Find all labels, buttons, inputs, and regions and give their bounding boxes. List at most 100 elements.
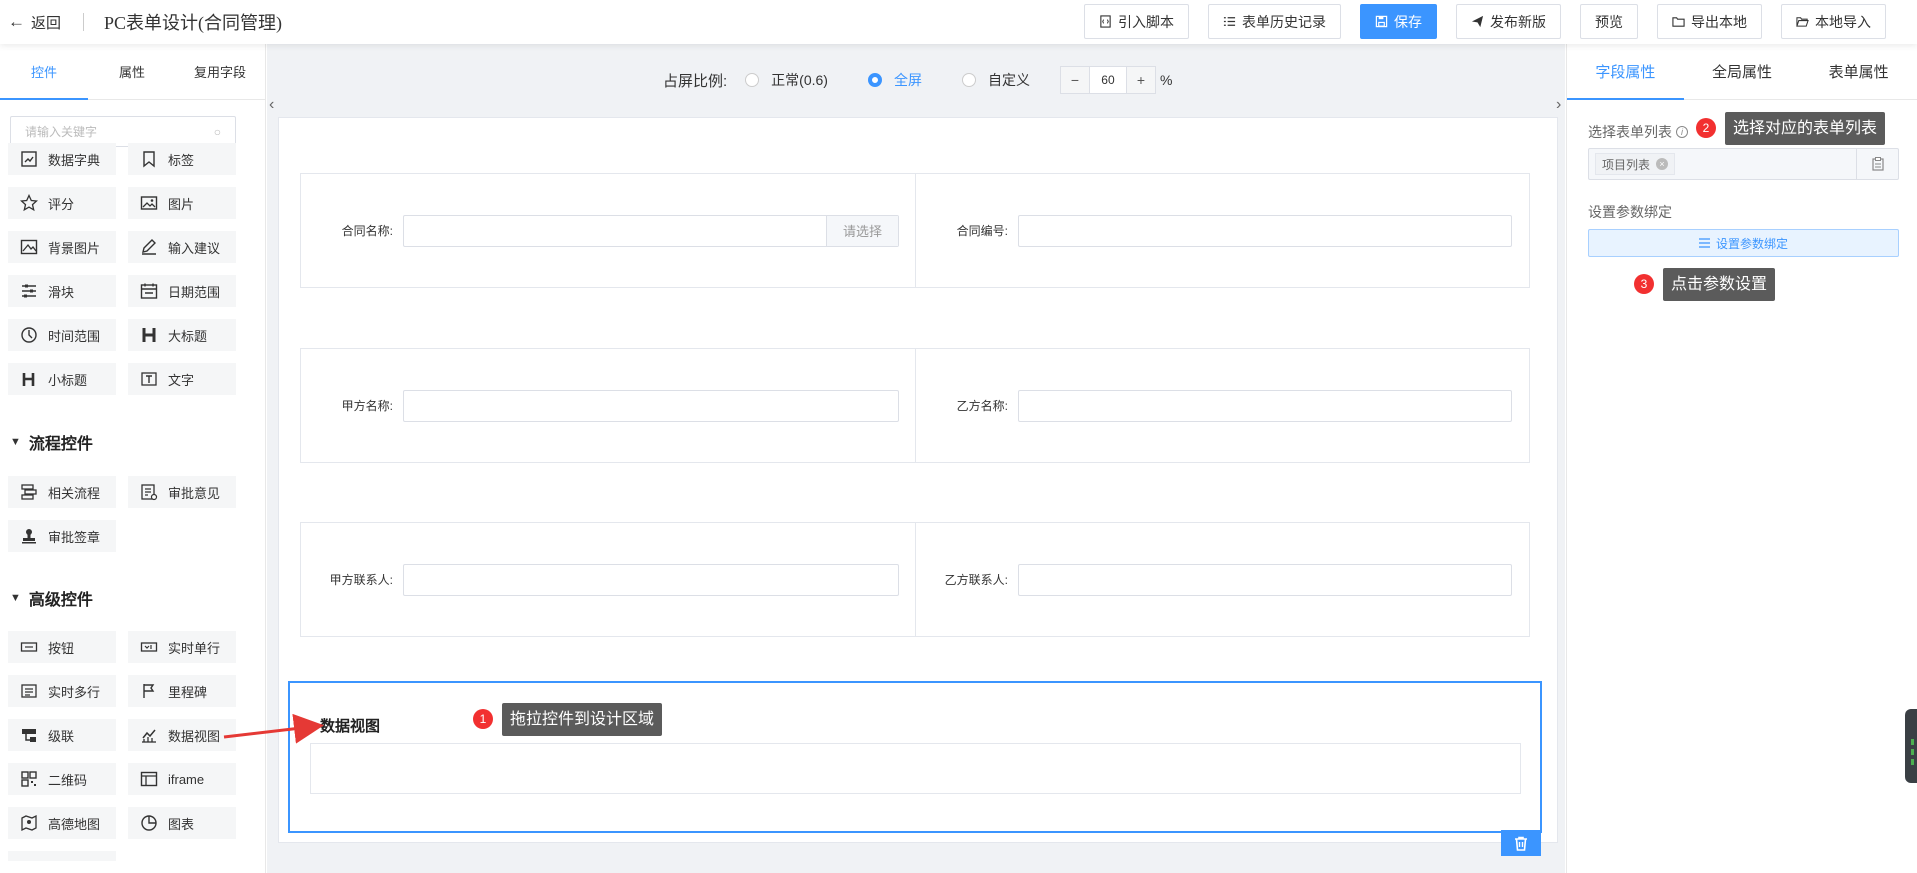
save-icon	[1375, 15, 1388, 28]
tooltip-1: 拖拉控件到设计区域	[502, 703, 663, 736]
zoom-value[interactable]: 60	[1088, 67, 1127, 93]
tab-global-properties[interactable]: 全局属性	[1684, 44, 1801, 99]
history-button[interactable]: 表单历史记录	[1208, 4, 1341, 39]
heading-small-icon	[22, 373, 35, 386]
control-big-title[interactable]: 大标题	[128, 319, 236, 351]
form-list-select[interactable]: 项目列表 ×	[1588, 148, 1899, 180]
control-small-title[interactable]: 小标题	[8, 363, 116, 395]
option-custom[interactable]: 自定义	[988, 70, 1030, 90]
divider	[83, 13, 85, 31]
tab-form-properties[interactable]: 表单属性	[1800, 44, 1917, 99]
param-binding-button[interactable]: 设置参数绑定	[1588, 229, 1899, 257]
control-rating[interactable]: 评分	[8, 187, 116, 219]
control-tag[interactable]: 标签	[128, 143, 236, 175]
form-row: 甲方联系人: 乙方联系人:	[300, 522, 1530, 637]
select-button[interactable]: 请选择	[826, 215, 898, 246]
control-milestone[interactable]: 里程碑	[128, 675, 236, 707]
arrow-left-icon: ←	[8, 12, 25, 31]
section-advanced-controls[interactable]: ▼ 高级控件	[10, 586, 93, 610]
tab-field-properties[interactable]: 字段属性	[1567, 44, 1684, 100]
control-related-flow[interactable]: 相关流程	[8, 476, 116, 508]
control-data-view[interactable]: 数据视图	[128, 719, 236, 751]
approval-doc-icon	[141, 484, 158, 501]
control-approval-opinion[interactable]: 审批意见	[128, 476, 236, 508]
cascade-icon	[22, 729, 36, 742]
data-view-block[interactable]: 数据视图	[288, 681, 1542, 833]
control-input-suggest[interactable]: 输入建议	[128, 231, 236, 263]
zoom-minus-button[interactable]: −	[1060, 67, 1089, 93]
control-data-dict[interactable]: 数据字典	[8, 143, 116, 175]
qrcode-icon	[21, 771, 37, 787]
text-box-icon	[141, 372, 157, 386]
delete-button[interactable]	[1501, 830, 1541, 856]
tooltip-2: 选择对应的表单列表	[1725, 112, 1886, 145]
preview-button[interactable]: 预览	[1580, 4, 1638, 39]
tab-properties[interactable]: 属性	[88, 44, 176, 99]
collapse-left-icon[interactable]: ‹	[269, 96, 274, 114]
form-row: 合同名称: 请选择 合同编号:	[300, 173, 1530, 288]
collapse-right-icon[interactable]: ›	[1556, 96, 1561, 114]
contract-no-input[interactable]	[1018, 214, 1512, 247]
right-tabs: 字段属性 全局属性 表单属性	[1567, 44, 1917, 100]
radio-fullscreen[interactable]	[867, 73, 882, 87]
party-a-input[interactable]	[403, 389, 899, 422]
tab-controls[interactable]: 控件	[0, 44, 88, 100]
data-view-body	[310, 743, 1521, 794]
radio-normal[interactable]	[745, 73, 760, 87]
folder-open-icon	[1796, 17, 1809, 27]
field-contract-no: 合同编号:	[915, 174, 1529, 287]
chart-box-icon	[21, 151, 37, 167]
section-flow-controls[interactable]: ▼ 流程控件	[10, 430, 93, 454]
window-icon	[140, 771, 158, 787]
step-badge-2: 2	[1696, 118, 1716, 138]
star-icon	[20, 194, 38, 212]
publish-button[interactable]: 发布新版	[1456, 4, 1561, 39]
control-date-range[interactable]: 日期范围	[128, 275, 236, 307]
button-icon	[20, 642, 38, 652]
import-script-button[interactable]: 引入脚本	[1084, 4, 1189, 39]
party-b-input[interactable]	[1018, 389, 1512, 422]
control-chart[interactable]: 图表	[128, 807, 236, 839]
party-a-contact-input[interactable]	[403, 563, 899, 596]
control-button[interactable]: 按钮	[8, 631, 116, 663]
close-icon[interactable]: ×	[1656, 158, 1669, 170]
control-amap[interactable]: 高德地图	[8, 807, 116, 839]
control-realtime-single[interactable]: 实时单行	[128, 631, 236, 663]
folder-icon	[1672, 17, 1685, 27]
clipboard-icon[interactable]	[1856, 149, 1898, 179]
info-icon[interactable]: i	[1676, 126, 1688, 138]
control-bg-image[interactable]: 背景图片	[8, 231, 116, 263]
stamp-icon	[22, 529, 36, 544]
import-local-button[interactable]: 本地导入	[1781, 4, 1886, 39]
list-icon	[1698, 238, 1710, 248]
control-iframe[interactable]: iframe	[128, 763, 236, 795]
multi-line-icon	[21, 684, 37, 698]
select-list-label: 选择表单列表 i	[1588, 122, 1688, 142]
control-qrcode[interactable]: 二维码	[8, 763, 116, 795]
bookmark-icon	[143, 151, 155, 168]
radio-custom[interactable]	[961, 73, 976, 87]
option-fullscreen[interactable]: 全屏	[894, 70, 922, 90]
control-text[interactable]: 文字	[128, 363, 236, 395]
floating-widget[interactable]	[1905, 709, 1917, 783]
control-time-range[interactable]: 时间范围	[8, 319, 116, 351]
export-local-button[interactable]: 导出本地	[1657, 4, 1762, 39]
field-party-b: 乙方名称:	[915, 349, 1529, 462]
map-pin-icon	[21, 814, 37, 832]
tab-reuse-fields[interactable]: 复用字段	[176, 44, 264, 99]
control-image[interactable]: 图片	[128, 187, 236, 219]
param-binding-label: 设置参数绑定	[1588, 204, 1672, 220]
landscape-icon	[20, 239, 38, 255]
contract-name-input[interactable]: 请选择	[403, 214, 899, 247]
control-realtime-multi[interactable]: 实时多行	[8, 675, 116, 707]
field-party-a: 甲方名称:	[301, 349, 915, 462]
back-button[interactable]: ← 返回	[8, 12, 61, 33]
caret-down-icon: ▼	[10, 592, 21, 604]
control-slider[interactable]: 滑块	[8, 275, 116, 307]
option-normal[interactable]: 正常(0.6)	[771, 70, 828, 90]
save-button[interactable]: 保存	[1360, 4, 1437, 39]
control-approval-seal[interactable]: 审批签章	[8, 520, 116, 552]
control-cascade[interactable]: 级联	[8, 719, 116, 751]
zoom-plus-button[interactable]: +	[1126, 67, 1155, 93]
party-b-contact-input[interactable]	[1018, 563, 1512, 596]
